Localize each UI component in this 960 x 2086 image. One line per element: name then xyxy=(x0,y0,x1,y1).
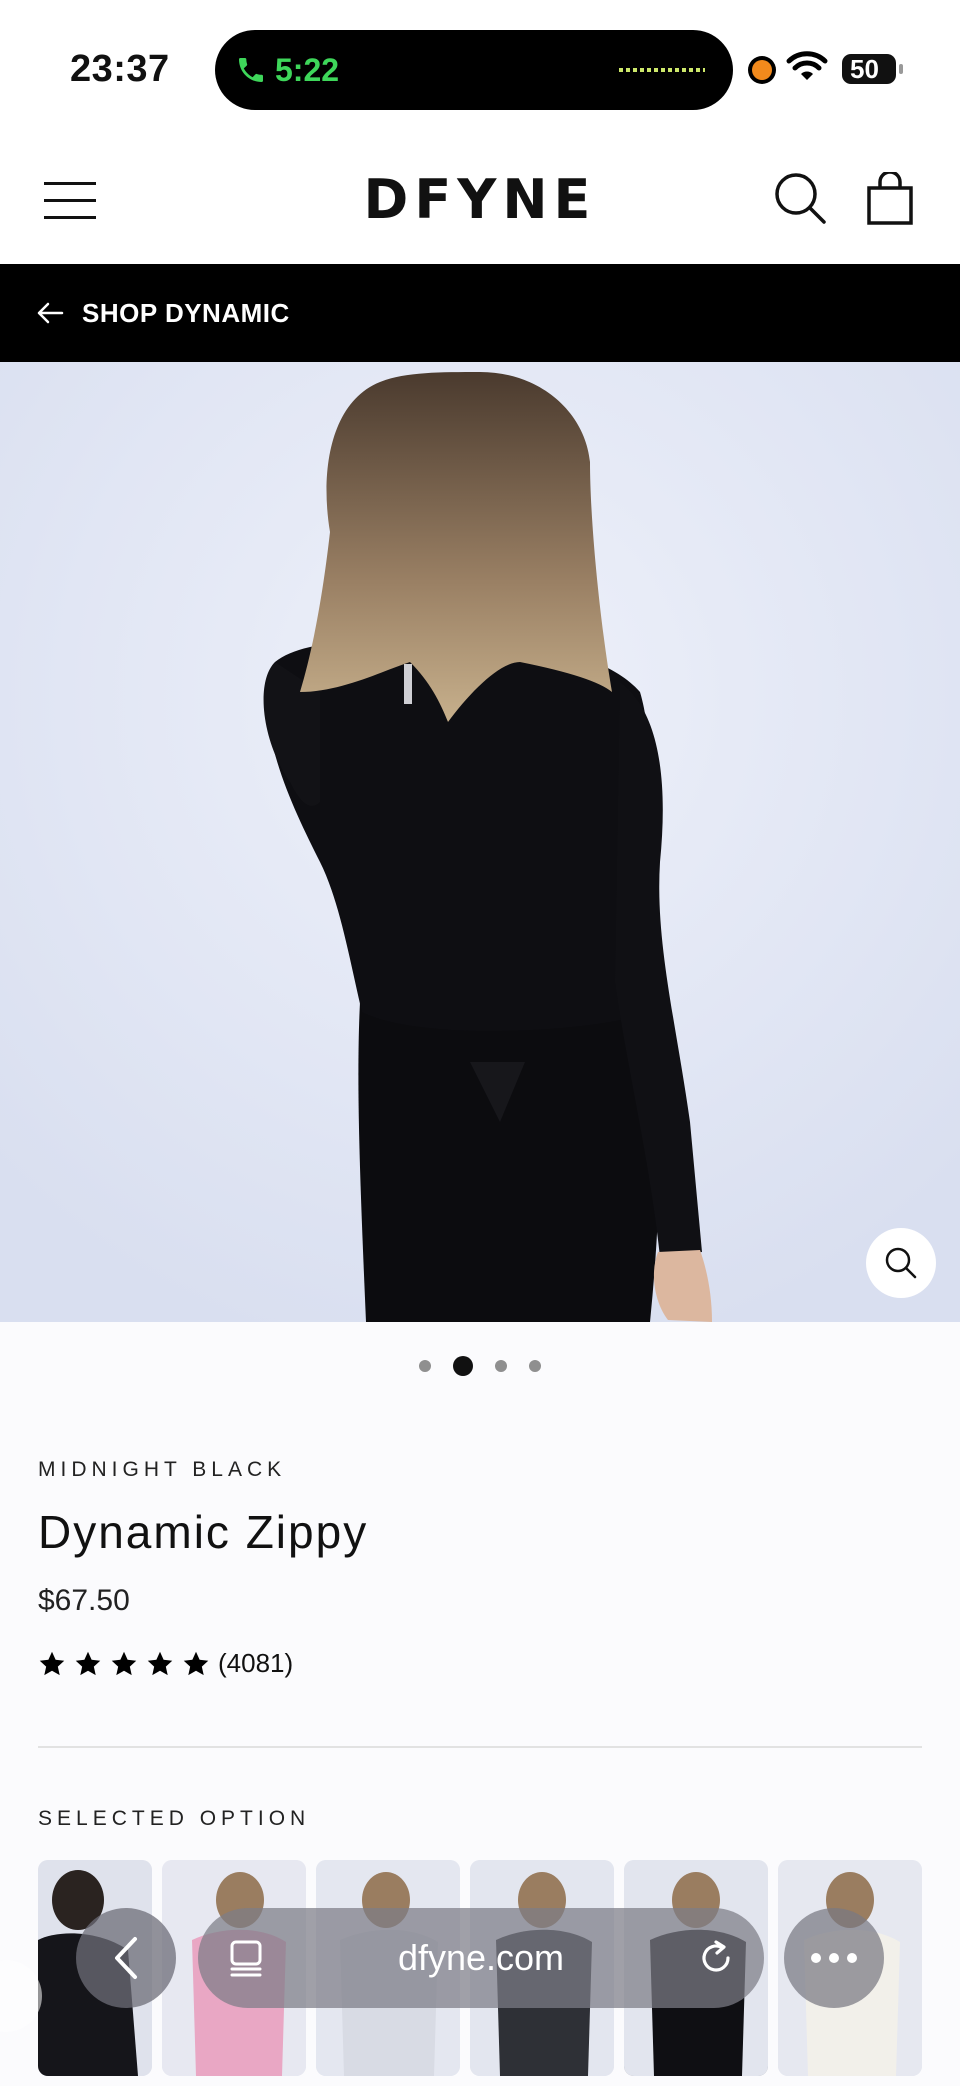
active-call-pill[interactable]: 5:22 xyxy=(215,30,733,110)
shopping-bag-icon[interactable] xyxy=(866,172,914,226)
star-icon xyxy=(111,1651,137,1675)
chevron-left-icon xyxy=(115,1937,137,1979)
browser-back-button[interactable] xyxy=(76,1908,176,2008)
banner-label: SHOP DYNAMIC xyxy=(82,297,290,328)
review-count: (4081) xyxy=(218,1648,294,1678)
status-bar: 23:37 5:22 50 xyxy=(0,0,960,130)
battery-indicator: 50 xyxy=(842,54,903,84)
arrow-left-icon xyxy=(37,302,64,324)
ellipsis-icon xyxy=(811,1953,857,1963)
model-photo xyxy=(0,362,960,1322)
shop-collection-link[interactable]: SHOP DYNAMIC xyxy=(0,264,960,362)
star-icon xyxy=(75,1651,101,1675)
battery-level: 50 xyxy=(850,54,879,84)
carousel-prev-button[interactable] xyxy=(0,1960,42,2032)
section-divider xyxy=(38,1746,922,1748)
call-waveform xyxy=(619,68,705,72)
gallery-dot[interactable] xyxy=(495,1360,507,1372)
phone-icon xyxy=(239,58,263,82)
star-icon xyxy=(183,1651,209,1675)
browser-toolbar: dfyne.com xyxy=(0,1900,960,2032)
call-duration: 5:22 xyxy=(275,51,340,88)
product-rating[interactable]: (4081) xyxy=(38,1648,293,1679)
product-title: Dynamic Zippy xyxy=(38,1506,369,1558)
zoom-icon xyxy=(885,1247,917,1279)
wifi-icon xyxy=(786,51,828,80)
product-price: $67.50 xyxy=(38,1584,130,1617)
search-icon[interactable] xyxy=(774,172,828,226)
product-image[interactable] xyxy=(0,362,960,1322)
reload-icon[interactable] xyxy=(696,1938,736,1978)
mic-indicator-dot xyxy=(752,60,772,80)
selected-option-label: SELECTED OPTION xyxy=(38,1807,311,1830)
star-icon xyxy=(147,1651,173,1675)
product-variant: MIDNIGHT BLACK xyxy=(38,1458,287,1481)
more-options-button[interactable] xyxy=(784,1908,884,2008)
zoom-button[interactable] xyxy=(866,1228,936,1298)
gallery-pagination xyxy=(0,1356,960,1376)
address-bar[interactable]: dfyne.com xyxy=(198,1908,764,2008)
gallery-dot[interactable] xyxy=(529,1360,541,1372)
gallery-dot[interactable] xyxy=(419,1360,431,1372)
site-header: DFYNE xyxy=(0,130,960,264)
status-time: 23:37 xyxy=(70,48,170,90)
address-url: dfyne.com xyxy=(397,1937,565,1978)
gallery-dot-active[interactable] xyxy=(453,1356,473,1376)
star-icon xyxy=(39,1651,65,1675)
